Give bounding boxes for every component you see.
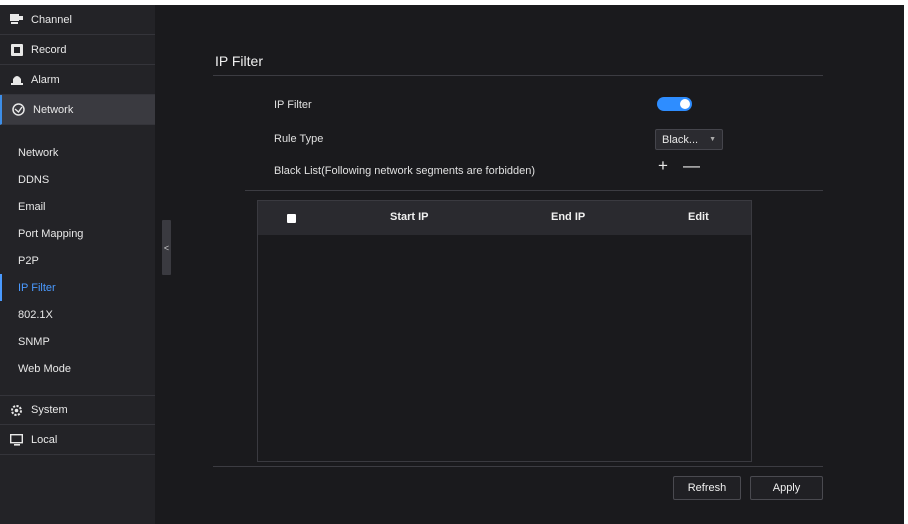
add-rule-button[interactable]: + [658, 156, 668, 176]
sidebar-item-snmp[interactable]: SNMP [0, 328, 155, 355]
sidebar-section-label: Local [31, 433, 58, 446]
remove-rule-button[interactable]: — [683, 156, 700, 176]
sidebar-section-network[interactable]: Network [0, 95, 155, 125]
sidebar-collapse-handle[interactable]: < [162, 220, 171, 275]
black-list-label: Black List(Following network segments ar… [274, 165, 536, 177]
rule-type-value: Black... [662, 133, 699, 146]
divider [245, 190, 823, 191]
rule-type-select[interactable]: Black... ▼ [655, 129, 723, 150]
channel-icon [10, 13, 23, 26]
apply-button[interactable]: Apply [750, 476, 823, 500]
refresh-button[interactable]: Refresh [673, 476, 741, 500]
table-header: Start IP End IP Edit [258, 201, 751, 235]
chevron-down-icon: ▼ [709, 136, 716, 143]
sidebar-section-record[interactable]: Record [0, 35, 155, 65]
sidebar-section-alarm[interactable]: Alarm [0, 65, 155, 95]
sidebar-item-web-mode[interactable]: Web Mode [0, 355, 155, 382]
sidebar-section-label: Network [33, 103, 74, 116]
alarm-icon [10, 73, 23, 86]
ip-filter-table: Start IP End IP Edit [257, 200, 752, 462]
toggle-knob [680, 99, 690, 109]
sidebar-item-8021x[interactable]: 802.1X [0, 301, 155, 328]
sidebar-section-channel[interactable]: Channel [0, 5, 155, 35]
sidebar-section-label: System [31, 404, 68, 416]
sidebar-item-network[interactable]: Network [0, 139, 155, 166]
sidebar-item-port-mapping[interactable]: Port Mapping [0, 220, 155, 247]
sidebar-section-label: Alarm [31, 73, 60, 86]
sidebar-section-label: Channel [31, 13, 72, 26]
ip-filter-toggle[interactable] [657, 97, 692, 111]
sidebar-item-ddns[interactable]: DDNS [0, 166, 155, 193]
rule-type-label: Rule Type [274, 133, 324, 145]
sidebar-section-system[interactable]: System [0, 395, 155, 425]
sidebar-section-local[interactable]: Local [0, 425, 155, 455]
sidebar-item-email[interactable]: Email [0, 193, 155, 220]
sidebar-item-p2p[interactable]: P2P [0, 247, 155, 274]
main-content: IP Filter IP Filter Rule Type Black... ▼… [175, 5, 904, 524]
record-icon [10, 43, 23, 56]
gear-icon [10, 404, 23, 417]
page-title: IP Filter [215, 53, 263, 69]
divider [213, 466, 823, 467]
select-all-checkbox[interactable] [287, 214, 296, 223]
sidebar-item-ip-filter[interactable]: IP Filter [0, 274, 155, 301]
sidebar-section-label: Record [31, 43, 67, 56]
local-computer-icon [10, 433, 23, 446]
column-header-edit: Edit [688, 211, 709, 223]
column-header-end-ip: End IP [551, 211, 586, 223]
ip-filter-label: IP Filter [274, 99, 312, 111]
divider [213, 75, 823, 76]
app-window: Channel Record Alarm Network Network DDN… [0, 5, 904, 524]
network-icon [12, 103, 25, 116]
sidebar: Channel Record Alarm Network Network DDN… [0, 5, 155, 524]
column-header-start-ip: Start IP [390, 211, 429, 223]
